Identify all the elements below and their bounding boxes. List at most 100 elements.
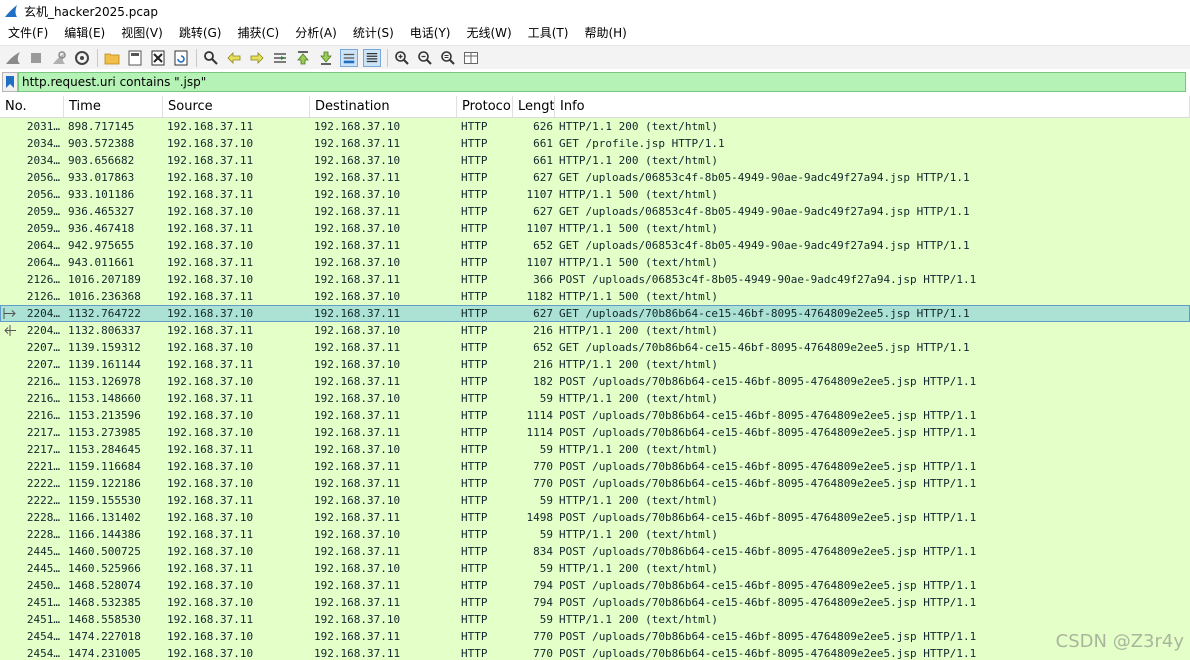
packet-row[interactable]: 2126… 1016.207189 192.168.37.10 192.168.37.…	[0, 271, 1190, 288]
open-folder-icon[interactable]	[103, 49, 121, 67]
column-header-source[interactable]: Source	[163, 96, 310, 117]
packet-protocol: HTTP	[461, 647, 488, 660]
packet-row[interactable]: 2451… 1468.558530 192.168.37.11 192.168.37.…	[0, 611, 1190, 628]
resize-columns-icon[interactable]	[462, 49, 480, 67]
menu-statistics[interactable]: 统计(S)	[345, 22, 402, 44]
packet-info: GET /uploads/06853c4f-8b05-4949-90ae-9ad…	[559, 171, 970, 184]
stop-square-icon[interactable]	[27, 49, 45, 67]
packet-row[interactable]: 2204… 1132.806337 192.168.37.11 192.168.37.…	[0, 322, 1190, 339]
reload-icon[interactable]	[172, 49, 190, 67]
packet-no: 2064…	[26, 239, 60, 252]
go-forward-arrow-icon[interactable]	[248, 49, 266, 67]
packet-row[interactable]: 2059… 936.465327 192.168.37.10 192.168.37.1…	[0, 203, 1190, 220]
first-packet-icon[interactable]	[294, 49, 312, 67]
go-back-arrow-icon[interactable]	[225, 49, 243, 67]
packet-no: 2445…	[26, 562, 60, 575]
capture-options-gear-icon[interactable]	[73, 49, 91, 67]
packet-destination: 192.168.37.11	[314, 307, 401, 320]
packet-row[interactable]: 2217… 1153.284645 192.168.37.11 192.168.37.…	[0, 441, 1190, 458]
column-header-info[interactable]: Info	[555, 96, 1190, 117]
packet-row[interactable]: 2216… 1153.148660 192.168.37.11 192.168.37.…	[0, 390, 1190, 407]
packet-protocol: HTTP	[461, 188, 488, 201]
menu-telephony[interactable]: 电话(Y)	[402, 22, 459, 44]
menu-analyze[interactable]: 分析(A)	[287, 22, 345, 44]
packet-no: 2216…	[26, 409, 60, 422]
column-header-length[interactable]: Lengt	[513, 96, 555, 117]
packet-time: 1159.122186	[68, 477, 141, 490]
packet-length: 1498	[526, 511, 554, 524]
packet-protocol: HTTP	[461, 290, 488, 303]
packet-row[interactable]: 2216… 1153.126978 192.168.37.10 192.168.37.…	[0, 373, 1190, 390]
packet-row[interactable]: 2221… 1159.116684 192.168.37.10 192.168.37.…	[0, 458, 1190, 475]
packet-row[interactable]: 2034… 903.572388 192.168.37.10 192.168.37.1…	[0, 135, 1190, 152]
packet-source: 192.168.37.11	[167, 324, 254, 337]
packet-length: 216	[533, 324, 553, 337]
zoom-in-icon[interactable]	[393, 49, 411, 67]
display-filter-input[interactable]	[18, 72, 1186, 92]
packet-row[interactable]: 2064… 942.975655 192.168.37.10 192.168.37.1…	[0, 237, 1190, 254]
packet-protocol: HTTP	[461, 358, 488, 371]
packet-length: 770	[533, 630, 553, 643]
packet-row[interactable]: 2222… 1159.122186 192.168.37.10 192.168.37.…	[0, 475, 1190, 492]
packet-row[interactable]: 2064… 943.011661 192.168.37.11 192.168.37.1…	[0, 254, 1190, 271]
menu-capture[interactable]: 捕获(C)	[229, 22, 287, 44]
menu-file[interactable]: 文件(F)	[0, 22, 56, 44]
packet-row[interactable]: 2228… 1166.144386 192.168.37.11 192.168.37.…	[0, 526, 1190, 543]
packet-destination: 192.168.37.10	[314, 222, 401, 235]
packet-destination: 192.168.37.11	[314, 511, 401, 524]
column-header-protocol[interactable]: Protoco	[457, 96, 513, 117]
packet-destination: 192.168.37.10	[314, 443, 401, 456]
go-to-packet-icon[interactable]	[271, 49, 289, 67]
zoom-reset-icon[interactable]	[439, 49, 457, 67]
packet-destination: 192.168.37.10	[314, 358, 401, 371]
packet-row[interactable]: 2454… 1474.231005 192.168.37.10 192.168.37.…	[0, 645, 1190, 660]
packet-row[interactable]: 2217… 1153.273985 192.168.37.10 192.168.37.…	[0, 424, 1190, 441]
restart-icon[interactable]	[50, 49, 68, 67]
packet-time: 1166.131402	[68, 511, 141, 524]
close-file-icon[interactable]	[149, 49, 167, 67]
last-packet-icon[interactable]	[317, 49, 335, 67]
packet-time: 1166.144386	[68, 528, 141, 541]
packet-source: 192.168.37.10	[167, 375, 254, 388]
packet-row[interactable]: 2204… 1132.764722 192.168.37.10 192.168.37.…	[0, 305, 1190, 322]
packet-row[interactable]: 2034… 903.656682 192.168.37.11 192.168.37.1…	[0, 152, 1190, 169]
packet-info: HTTP/1.1 200 (text/html)	[559, 154, 718, 167]
packet-row[interactable]: 2056… 933.017863 192.168.37.10 192.168.37.1…	[0, 169, 1190, 186]
menu-wireless[interactable]: 无线(W)	[459, 22, 520, 44]
packet-row[interactable]: 2454… 1474.227018 192.168.37.10 192.168.37.…	[0, 628, 1190, 645]
packet-row[interactable]: 2445… 1460.525966 192.168.37.11 192.168.37.…	[0, 560, 1190, 577]
column-header-destination[interactable]: Destination	[310, 96, 457, 117]
packet-row[interactable]: 2216… 1153.213596 192.168.37.10 192.168.37.…	[0, 407, 1190, 424]
colorize-icon[interactable]	[363, 48, 381, 67]
packet-row[interactable]: 2222… 1159.155530 192.168.37.11 192.168.37.…	[0, 492, 1190, 509]
menu-edit[interactable]: 编辑(E)	[56, 22, 113, 44]
find-magnifier-icon[interactable]	[202, 49, 220, 67]
packet-row[interactable]: 2445… 1460.500725 192.168.37.10 192.168.37.…	[0, 543, 1190, 560]
column-header-time[interactable]: Time	[64, 96, 163, 117]
packet-row[interactable]: 2059… 936.467418 192.168.37.11 192.168.37.1…	[0, 220, 1190, 237]
packet-row[interactable]: 2207… 1139.159312 192.168.37.10 192.168.37.…	[0, 339, 1190, 356]
menu-view[interactable]: 视图(V)	[113, 22, 171, 44]
packet-row[interactable]: 2228… 1166.131402 192.168.37.10 192.168.37.…	[0, 509, 1190, 526]
packet-row[interactable]: 2126… 1016.236368 192.168.37.11 192.168.37.…	[0, 288, 1190, 305]
shark-fin-start-icon[interactable]	[4, 49, 22, 67]
packet-row[interactable]: 2450… 1468.528074 192.168.37.10 192.168.37.…	[0, 577, 1190, 594]
packet-destination: 192.168.37.10	[314, 392, 401, 405]
menu-help[interactable]: 帮助(H)	[576, 22, 634, 44]
packet-no: 2222…	[26, 477, 60, 490]
filter-bookmark-icon[interactable]	[2, 72, 18, 92]
packet-length: 59	[539, 613, 553, 626]
save-file-icon[interactable]	[126, 49, 144, 67]
packet-row[interactable]: 2207… 1139.161144 192.168.37.11 192.168.37.…	[0, 356, 1190, 373]
packet-row[interactable]: 2451… 1468.532385 192.168.37.10 192.168.37.…	[0, 594, 1190, 611]
packet-time: 936.467418	[68, 222, 135, 235]
autoscroll-icon[interactable]	[340, 48, 358, 67]
packet-row[interactable]: 2056… 933.101186 192.168.37.11 192.168.37.1…	[0, 186, 1190, 203]
menu-tools[interactable]: 工具(T)	[520, 22, 577, 44]
column-header-no[interactable]: No.	[0, 96, 64, 117]
packet-time: 1474.227018	[68, 630, 141, 643]
packet-protocol: HTTP	[461, 494, 488, 507]
zoom-out-icon[interactable]	[416, 49, 434, 67]
packet-row[interactable]: 2031… 898.717145 192.168.37.11 192.168.37.1…	[0, 118, 1190, 135]
menu-go[interactable]: 跳转(G)	[171, 22, 230, 44]
